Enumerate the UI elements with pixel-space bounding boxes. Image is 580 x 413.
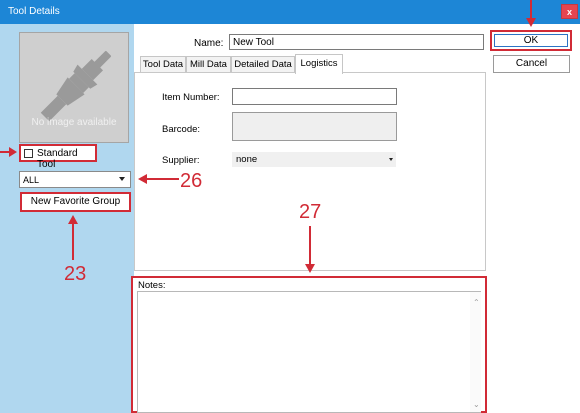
item-number-input[interactable] (232, 88, 397, 105)
barcode-input[interactable] (232, 112, 397, 141)
scroll-down-icon[interactable]: ⌄ (473, 400, 480, 409)
standard-tool-checkbox[interactable]: Standard Tool (19, 144, 97, 170)
tab-mill-data[interactable]: Mill Data (186, 56, 231, 73)
callout-23: 23 (64, 263, 87, 285)
close-icon: x (566, 7, 572, 17)
tab-detailed-data[interactable]: Detailed Data (231, 56, 295, 73)
callout-26: 26 (180, 170, 203, 192)
group-select[interactable]: ALL (19, 171, 131, 188)
callout-27: 27 (299, 201, 322, 223)
checkbox-box[interactable] (24, 149, 33, 158)
notes-textarea[interactable]: ⌃ ⌄ (137, 291, 481, 413)
ok-focus-ring (494, 34, 568, 47)
standard-tool-label: Standard Tool (37, 148, 78, 170)
notes-label: Notes: (138, 280, 166, 291)
notes-scrollbar[interactable]: ⌃ ⌄ (470, 292, 481, 412)
close-button[interactable]: x (561, 4, 578, 19)
window-title: Tool Details (8, 6, 60, 17)
title-bar (0, 0, 580, 24)
ok-button[interactable]: OK (490, 30, 572, 51)
name-input[interactable] (229, 34, 484, 50)
supplier-select[interactable]: none (232, 152, 396, 167)
no-image-label: No image available (31, 117, 117, 128)
new-favorite-group-button[interactable]: New Favorite Group (20, 192, 131, 212)
notes-section: Notes: ⌃ ⌄ (131, 276, 487, 413)
chevron-down-icon (119, 177, 125, 181)
tab-logistics[interactable]: Logistics (295, 54, 343, 74)
right-button-column (487, 24, 580, 413)
cancel-button[interactable]: Cancel (493, 55, 570, 73)
tab-tool-data[interactable]: Tool Data (140, 56, 186, 73)
supplier-value: none (236, 154, 258, 165)
chevron-down-icon (389, 158, 393, 161)
supplier-label: Supplier: (162, 155, 200, 166)
item-number-label: Item Number: (162, 92, 220, 103)
barcode-label: Barcode: (162, 124, 201, 135)
name-label: Name: (194, 38, 224, 49)
group-select-value: ALL (23, 175, 40, 185)
scroll-up-icon[interactable]: ⌃ (473, 298, 480, 307)
tool-image-box[interactable]: No image available (19, 32, 129, 143)
